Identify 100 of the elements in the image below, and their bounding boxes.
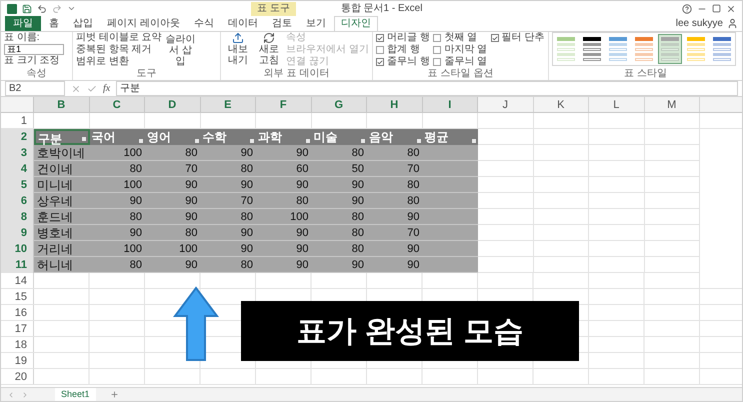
ribbon-tab[interactable]: 수식	[188, 16, 220, 31]
customize-toolbar-icon[interactable]	[67, 4, 76, 13]
sheet-cell[interactable]	[644, 193, 700, 209]
column-header[interactable]: J	[478, 97, 534, 112]
user-name[interactable]: lee sukyye	[676, 17, 723, 31]
sheet-cell[interactable]	[534, 129, 589, 145]
table-style-swatch[interactable]	[580, 34, 604, 64]
checkbox[interactable]	[490, 34, 499, 42]
sheet-cell[interactable]	[478, 193, 534, 209]
column-header[interactable]: D	[145, 97, 200, 112]
ribbon-tab[interactable]: 삽입	[67, 16, 99, 31]
sheet-cell[interactable]	[589, 225, 644, 241]
close-icon[interactable]	[726, 4, 736, 14]
sheet-cell[interactable]	[534, 225, 589, 241]
sheet-cell[interactable]	[589, 145, 644, 161]
sheet-cell[interactable]	[644, 241, 700, 257]
scroll-right-icon[interactable]	[21, 390, 29, 398]
add-sheet-icon[interactable]	[110, 390, 119, 399]
filter-dropdown-icon[interactable]	[360, 138, 366, 144]
sheet-cell[interactable]	[478, 129, 534, 145]
sheet-cell[interactable]	[644, 257, 700, 273]
column-header[interactable]: E	[200, 97, 256, 112]
sheet-cell[interactable]	[589, 257, 644, 273]
name-box[interactable]: B2	[5, 81, 65, 96]
filter-dropdown-icon[interactable]	[80, 136, 86, 142]
checkbox[interactable]	[376, 34, 384, 42]
ribbon-tab[interactable]: 보기	[300, 16, 332, 31]
table-style-swatch[interactable]	[658, 34, 682, 64]
checkbox[interactable]	[376, 58, 384, 66]
sheet-cell[interactable]	[478, 145, 534, 161]
undo-icon[interactable]	[37, 4, 47, 14]
tool-item[interactable]: 범위로 변환	[76, 56, 162, 68]
table-style-swatch[interactable]	[684, 34, 708, 64]
sheet-cell[interactable]	[589, 241, 644, 257]
sheet-tab[interactable]: Sheet1	[55, 388, 96, 401]
table-name-field[interactable]: 표1	[4, 44, 64, 55]
column-header[interactable]: M	[644, 97, 700, 112]
enter-icon[interactable]	[87, 84, 97, 94]
cancel-icon[interactable]	[71, 84, 81, 94]
sheet-cell[interactable]	[534, 193, 589, 209]
column-header[interactable]: K	[534, 97, 589, 112]
redo-icon[interactable]	[52, 4, 62, 14]
column-header[interactable]: L	[589, 97, 644, 112]
filter-dropdown-icon[interactable]	[416, 138, 422, 144]
ribbon-button[interactable]: 새로 고침	[255, 32, 284, 68]
sheet-cell[interactable]	[478, 177, 534, 193]
resize-table-button[interactable]: 표 크기 조정	[4, 55, 69, 67]
sheet-cell[interactable]	[478, 161, 534, 177]
maximize-icon[interactable]	[712, 4, 721, 13]
save-icon[interactable]	[22, 4, 32, 14]
table-style-swatch[interactable]	[554, 34, 578, 64]
sheet-cell[interactable]	[589, 209, 644, 225]
sheet-cell[interactable]	[589, 129, 644, 145]
sheet-cell[interactable]	[644, 209, 700, 225]
column-header[interactable]: H	[367, 97, 422, 112]
filter-dropdown-icon[interactable]	[194, 138, 200, 144]
filter-dropdown-icon[interactable]	[138, 138, 144, 144]
ribbon-tab[interactable]: 디자인	[334, 16, 378, 31]
column-header[interactable]: C	[90, 97, 145, 112]
sheet-cell[interactable]	[589, 177, 644, 193]
slicer-button[interactable]: 슬라이서 삽입	[166, 32, 196, 68]
filter-dropdown-icon[interactable]	[249, 138, 255, 144]
checkbox[interactable]	[376, 46, 384, 54]
sheet-cell[interactable]	[478, 241, 534, 257]
sheet-cell[interactable]	[534, 257, 589, 273]
ribbon-button[interactable]: 내보내기	[224, 32, 252, 68]
column-header[interactable]: G	[312, 97, 367, 112]
user-icon[interactable]	[727, 18, 738, 29]
sheet-cell[interactable]	[534, 177, 589, 193]
sheet-cell[interactable]	[644, 161, 700, 177]
sheet-cell[interactable]	[534, 241, 589, 257]
ribbon-tab[interactable]: 홈	[43, 16, 65, 31]
help-icon[interactable]	[682, 4, 692, 14]
sheet-cell[interactable]	[644, 145, 700, 161]
filter-dropdown-icon[interactable]	[471, 138, 477, 144]
sheet-cell[interactable]	[534, 145, 589, 161]
checkbox[interactable]	[433, 58, 442, 66]
sheet-cell[interactable]	[589, 193, 644, 209]
filter-dropdown-icon[interactable]	[304, 138, 310, 144]
sheet-cell[interactable]	[534, 161, 589, 177]
formula-field[interactable]: 구분	[116, 81, 738, 96]
sheet-cell[interactable]	[644, 225, 700, 241]
table-style-swatch[interactable]	[606, 34, 630, 64]
sheet-cell[interactable]	[478, 209, 534, 225]
column-header[interactable]: I	[422, 97, 478, 112]
column-header[interactable]: F	[256, 97, 312, 112]
ribbon-tab[interactable]: 검토	[266, 16, 298, 31]
column-header[interactable]: B	[34, 97, 90, 112]
sheet-cell[interactable]	[644, 129, 700, 145]
tool-item[interactable]: 피벗 테이블로 요약	[76, 32, 162, 44]
insert-function-button[interactable]: fx	[103, 81, 110, 96]
sheet-cell[interactable]	[644, 177, 700, 193]
tool-item[interactable]: 중복된 항목 제거	[76, 44, 162, 56]
ribbon-tab[interactable]: 데이터	[222, 16, 264, 31]
table-style-swatch[interactable]	[632, 34, 656, 64]
ribbon-tab[interactable]: 페이지 레이아웃	[101, 16, 186, 31]
sheet-cell[interactable]	[478, 257, 534, 273]
sheet-cell[interactable]	[534, 209, 589, 225]
checkbox[interactable]	[433, 46, 442, 54]
file-tab[interactable]: 파일	[5, 16, 41, 31]
